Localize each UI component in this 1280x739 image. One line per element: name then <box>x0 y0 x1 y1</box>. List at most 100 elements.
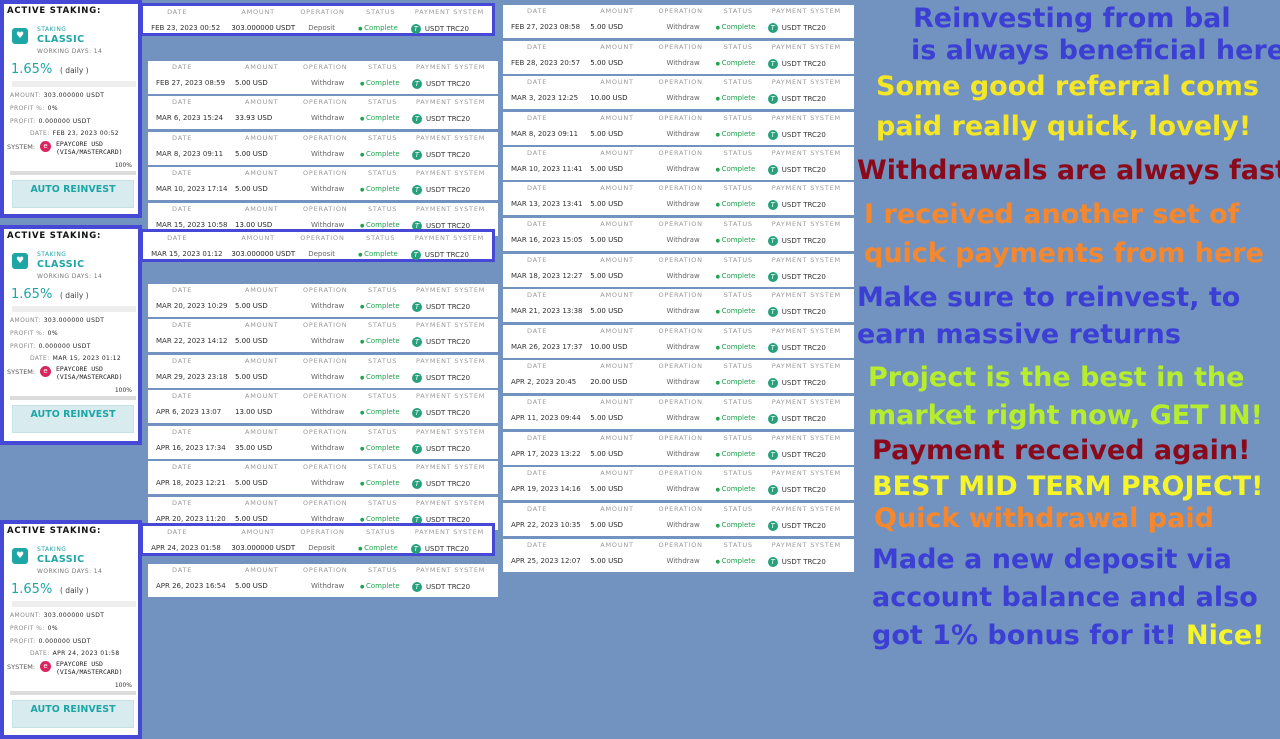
date-label: DATE: <box>30 650 50 657</box>
col-status-header: STATUS <box>368 357 398 365</box>
system-label: SYSTEM: <box>7 368 36 376</box>
col-operation-header: OPERATION <box>658 398 703 406</box>
tx-status: Complete <box>360 582 400 590</box>
tx-amount: 303.000000 USDT <box>231 544 296 552</box>
tether-icon: T <box>767 59 778 69</box>
col-payment-system-header: PAYMENT SYSTEM <box>771 434 841 442</box>
transaction-row: DATE AMOUNT OPERATION STATUS PAYMENT SYS… <box>503 360 854 393</box>
col-status-header: STATUS <box>723 7 753 15</box>
system-name: EPAYCORE USD (VISA/MASTERCARD) <box>56 365 123 381</box>
tx-amount: 5.00 USD <box>235 373 268 381</box>
transaction-row: DATE AMOUNT OPERATION STATUS PAYMENT SYS… <box>148 390 498 423</box>
col-operation-header: OPERATION <box>303 169 348 177</box>
tether-icon: T <box>767 343 778 353</box>
profit-value: 0.000000 USDT <box>38 343 91 350</box>
tether-icon: T <box>412 185 422 195</box>
profit-row: PROFIT: 0.000000 USDT <box>10 343 91 350</box>
col-status-header: STATUS <box>723 184 753 192</box>
col-status-header: STATUS <box>366 528 396 536</box>
tx-payment-system-label: USDT TRC20 <box>781 201 826 209</box>
tx-status: Complete <box>360 221 400 229</box>
amount-row: AMOUNT: 303.000000 USDT <box>10 612 104 619</box>
col-operation-header: OPERATION <box>303 392 348 400</box>
tx-date: APR 16, 2023 17:34 <box>156 444 226 452</box>
col-payment-system-header: PAYMENT SYSTEM <box>771 469 841 477</box>
rate-period: ( daily ) <box>60 66 89 75</box>
tx-payment-system: T USDT TRC20 <box>767 236 826 246</box>
tx-operation: Withdraw <box>666 200 700 208</box>
rate-period: ( daily ) <box>60 291 89 300</box>
col-operation-header: OPERATION <box>658 220 703 228</box>
tx-payment-system-label: USDT TRC20 <box>781 522 826 530</box>
profit-pct-label: PROFIT %: <box>10 105 45 112</box>
row-values: MAR 20, 2023 10:29 5.00 USD Withdraw Com… <box>148 302 498 316</box>
amount-label: AMOUNT: <box>10 92 41 99</box>
col-payment-system-header: PAYMENT SYSTEM <box>771 114 841 122</box>
amount-value: 303.000000 USDT <box>43 612 105 619</box>
col-operation-header: OPERATION <box>658 256 703 264</box>
tether-icon: T <box>767 130 778 140</box>
col-operation-header: OPERATION <box>658 43 703 51</box>
tx-date: MAR 29, 2023 23:18 <box>156 373 228 381</box>
profit-label: PROFIT: <box>10 118 36 125</box>
profit-value: 0.000000 USDT <box>38 118 91 125</box>
col-payment-system-header: PAYMENT SYSTEM <box>416 205 486 213</box>
transaction-row: DATE AMOUNT OPERATION STATUS PAYMENT SYS… <box>503 503 854 536</box>
tx-date: FEB 27, 2023 08:58 <box>511 23 581 31</box>
daily-rate: 1.65% <box>11 582 53 597</box>
col-status-header: STATUS <box>368 499 398 507</box>
tx-status: Complete <box>358 24 398 32</box>
progress-bar <box>10 396 136 400</box>
tx-payment-system: T USDT TRC20 <box>767 521 826 531</box>
col-payment-system-header: PAYMENT SYSTEM <box>414 8 485 16</box>
col-payment-system-header: PAYMENT SYSTEM <box>771 149 841 157</box>
col-status-header: STATUS <box>366 8 396 16</box>
col-amount-header: AMOUNT <box>600 184 634 192</box>
row-header: DATE AMOUNT OPERATION STATUS PAYMENT SYS… <box>148 169 498 183</box>
commentary-line: Project is the best in the <box>868 362 1245 393</box>
auto-reinvest-button[interactable]: AUTO REINVEST <box>12 700 134 728</box>
tx-payment-system: T USDT TRC20 <box>410 24 469 34</box>
col-operation-header: OPERATION <box>303 286 348 294</box>
row-values: APR 19, 2023 14:16 5.00 USD Withdraw Com… <box>503 485 854 499</box>
rate-period: ( daily ) <box>60 586 89 595</box>
tx-operation: Withdraw <box>311 185 345 193</box>
tx-payment-system: T USDT TRC20 <box>412 337 470 347</box>
tether-icon: T <box>767 200 778 210</box>
col-amount-header: AMOUNT <box>245 463 279 471</box>
tx-amount: 5.00 USD <box>235 582 268 590</box>
col-operation-header: OPERATION <box>303 357 348 365</box>
col-status-header: STATUS <box>368 392 398 400</box>
col-payment-system-header: PAYMENT SYSTEM <box>416 357 486 365</box>
col-status-header: STATUS <box>723 362 753 370</box>
row-values: FEB 27, 2023 08:58 5.00 USD Withdraw Com… <box>503 23 854 37</box>
tx-payment-system: T USDT TRC20 <box>767 343 826 353</box>
tx-payment-system-label: USDT TRC20 <box>781 308 826 316</box>
tx-operation: Withdraw <box>311 302 345 310</box>
auto-reinvest-button[interactable]: AUTO REINVEST <box>12 405 134 433</box>
col-status-header: STATUS <box>368 205 398 213</box>
commentary-line: Some good referral coms <box>876 71 1259 102</box>
tx-status: Complete <box>716 485 756 493</box>
row-values: APR 22, 2023 10:35 5.00 USD Withdraw Com… <box>503 521 854 535</box>
tx-amount: 5.00 USD <box>235 337 268 345</box>
col-date-header: DATE <box>527 291 548 299</box>
tx-date: MAR 13, 2023 13:41 <box>511 200 583 208</box>
heart-logo-icon: ♥ <box>12 548 28 564</box>
tx-amount: 303.000000 USDT <box>231 250 296 258</box>
row-header: DATE AMOUNT OPERATION STATUS PAYMENT SYS… <box>503 149 854 163</box>
auto-reinvest-button[interactable]: AUTO REINVEST <box>12 180 134 208</box>
col-payment-system-header: PAYMENT SYSTEM <box>771 256 841 264</box>
row-values: MAR 6, 2023 15:24 33.93 USD Withdraw Com… <box>148 114 498 128</box>
col-operation-header: OPERATION <box>303 98 348 106</box>
col-amount-header: AMOUNT <box>600 327 634 335</box>
amount-label: AMOUNT: <box>10 612 41 619</box>
col-payment-system-header: PAYMENT SYSTEM <box>416 169 486 177</box>
col-date-header: DATE <box>172 499 193 507</box>
col-status-header: STATUS <box>723 505 753 513</box>
tx-operation: Withdraw <box>311 150 345 158</box>
profit-pct-row: PROFIT %: 0% <box>10 625 58 632</box>
staking-card-header: ACTIVE STAKING: <box>7 231 102 241</box>
tether-icon: T <box>767 378 778 388</box>
tx-operation: Withdraw <box>311 373 345 381</box>
